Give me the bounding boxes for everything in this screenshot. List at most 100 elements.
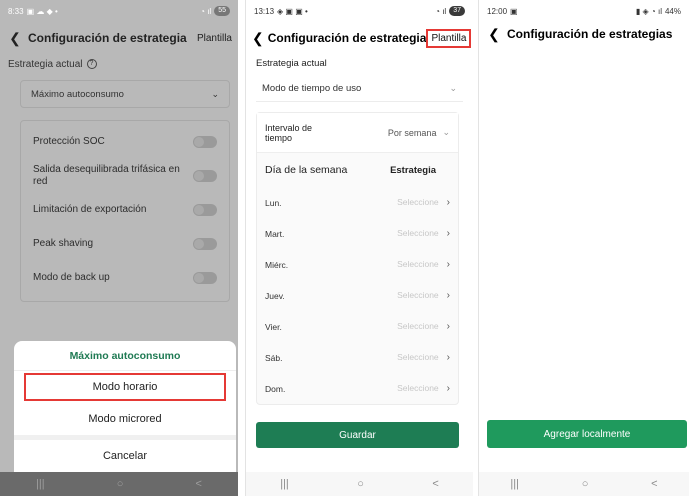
- bottom-sheet: Máximo autoconsumo Modo horario Modo mic…: [14, 341, 236, 475]
- day-label: Sáb.: [265, 352, 283, 363]
- header: ❮ Configuración de estrategia Plantilla: [246, 22, 473, 54]
- recents-icon[interactable]: |||: [510, 478, 519, 490]
- chevron-right-icon: ›: [446, 352, 450, 363]
- status-left-icons: ◈ ▣ ▣ •: [277, 6, 308, 16]
- strategy-select-value: Máximo autoconsumo: [31, 88, 124, 100]
- battery-badge: 55: [214, 6, 230, 16]
- toggle-switch[interactable]: [193, 136, 217, 148]
- options-card: Protección SOC Salida desequilibrada tri…: [20, 120, 230, 302]
- status-time: 8:33: [8, 6, 24, 16]
- android-nav-bar: ||| ○ <: [246, 472, 473, 496]
- status-left-icons: ▣ ☁ ◆ •: [26, 6, 58, 16]
- day-row[interactable]: Juev. Seleccione ›: [257, 280, 458, 311]
- toggle-label: Limitación de exportación: [33, 204, 147, 215]
- back-arrow-icon[interactable]: ❮: [6, 30, 24, 47]
- current-strategy-text: Estrategia actual: [8, 58, 83, 70]
- save-button[interactable]: Guardar: [256, 422, 459, 448]
- day-column-header: Día de la semana: [265, 164, 348, 176]
- day-row[interactable]: Dom. Seleccione ›: [257, 373, 458, 404]
- page-title: Configuración de estrategia: [28, 31, 187, 45]
- battery-level: 44%: [664, 6, 681, 16]
- template-link[interactable]: Plantilla: [197, 33, 232, 44]
- status-bar: 13:13 ◈ ▣ ▣ • ◔ ıl 37: [246, 0, 473, 22]
- toggle-switch[interactable]: [193, 170, 217, 182]
- chevron-right-icon: ›: [446, 290, 450, 301]
- status-left-icons: ▣: [510, 6, 518, 16]
- chevron-down-icon: ⌄: [449, 83, 457, 93]
- template-link[interactable]: Plantilla: [426, 28, 472, 48]
- toggle-label: Protección SOC: [33, 136, 105, 147]
- android-nav-bar: ||| ○ <: [479, 472, 689, 496]
- back-nav-icon[interactable]: <: [651, 478, 657, 490]
- sheet-option-microgrid[interactable]: Modo microred: [14, 403, 236, 435]
- chevron-right-icon: ›: [446, 383, 450, 394]
- sheet-option-time-mode[interactable]: Modo horario: [24, 373, 226, 401]
- signal-icon: ◔ ıl: [435, 6, 447, 16]
- interval-value: Por semana: [387, 127, 437, 138]
- screen-strategies-empty: 12:00 ▣ ▮ ◈ ◔ ıl 44% ❮ Configuración de …: [478, 0, 689, 496]
- toggle-row: Protección SOC: [33, 125, 217, 159]
- toggle-label: Modo de back up: [33, 272, 110, 283]
- day-select[interactable]: Seleccione: [397, 290, 439, 300]
- toggle-row: Salida desequilibrada trifásica en red: [33, 159, 217, 193]
- battery-badge: 37: [449, 6, 465, 16]
- sheet-cancel-button[interactable]: Cancelar: [14, 440, 236, 472]
- toggle-switch[interactable]: [193, 238, 217, 250]
- toggle-row: Limitación de exportación: [33, 193, 217, 227]
- toggle-switch[interactable]: [193, 272, 217, 284]
- day-row[interactable]: Mart. Seleccione ›: [257, 218, 458, 249]
- recents-icon[interactable]: |||: [36, 478, 45, 490]
- add-locally-button[interactable]: Agregar localmente: [487, 420, 687, 448]
- table-header: Día de la semana Estrategia: [257, 153, 458, 187]
- day-select[interactable]: Seleccione: [397, 352, 439, 362]
- back-arrow-icon[interactable]: ❮: [485, 26, 503, 43]
- strategy-select[interactable]: Modo de tiempo de uso ⌄: [256, 76, 463, 102]
- toggle-label: Peak shaving: [33, 238, 94, 249]
- day-select[interactable]: Seleccione: [397, 383, 439, 393]
- home-icon[interactable]: ○: [357, 478, 364, 490]
- interval-row[interactable]: Intervalo de tiempo Por semana ⌄: [257, 113, 458, 153]
- status-bar: 8:33 ▣ ☁ ◆ • ◔ ıl 55: [0, 0, 238, 22]
- android-nav-bar: ||| ○ <: [0, 472, 238, 496]
- chevron-right-icon: ›: [446, 228, 450, 239]
- day-select[interactable]: Seleccione: [397, 259, 439, 269]
- schedule-card: Intervalo de tiempo Por semana ⌄ Día de …: [256, 112, 459, 405]
- chevron-right-icon: ›: [446, 321, 450, 332]
- current-strategy-label: Estrategia actual: [256, 57, 327, 69]
- strategy-select[interactable]: Máximo autoconsumo ⌄: [20, 80, 230, 108]
- day-row[interactable]: Lun. Seleccione ›: [257, 187, 458, 218]
- interval-label: Intervalo de tiempo: [265, 122, 313, 143]
- signal-icon: ▮ ◈ ◔ ıl: [635, 6, 662, 16]
- toggle-switch[interactable]: [193, 204, 217, 216]
- back-nav-icon[interactable]: <: [196, 478, 202, 490]
- day-label: Miérc.: [265, 259, 289, 270]
- day-select[interactable]: Seleccione: [397, 321, 439, 331]
- screen-time-of-use: 13:13 ◈ ▣ ▣ • ◔ ıl 37 ❮ Configuración de…: [245, 0, 473, 496]
- home-icon[interactable]: ○: [582, 478, 589, 490]
- header: ❮ Configuración de estrategia Plantilla: [0, 22, 238, 54]
- day-label: Lun.: [265, 197, 282, 208]
- interval-dropdown[interactable]: Por semana ⌄: [388, 127, 450, 138]
- day-row[interactable]: Miérc. Seleccione ›: [257, 249, 458, 280]
- back-arrow-icon[interactable]: ❮: [252, 30, 264, 47]
- toggle-row: Modo de back up: [33, 261, 217, 295]
- chevron-down-icon: ⌄: [211, 88, 219, 99]
- day-row[interactable]: Vier. Seleccione ›: [257, 311, 458, 342]
- chevron-right-icon: ›: [446, 259, 450, 270]
- sheet-title[interactable]: Máximo autoconsumo: [14, 341, 236, 371]
- back-nav-icon[interactable]: <: [432, 478, 438, 490]
- toggle-row: Peak shaving: [33, 227, 217, 261]
- header: ❮ Configuración de estrategias: [479, 22, 689, 46]
- current-strategy-label: Estrategia actual ?: [0, 54, 238, 74]
- day-label: Dom.: [265, 383, 286, 394]
- chevron-right-icon: ›: [446, 197, 450, 208]
- status-bar: 12:00 ▣ ▮ ◈ ◔ ıl 44%: [479, 0, 689, 22]
- day-row[interactable]: Sáb. Seleccione ›: [257, 342, 458, 373]
- day-select[interactable]: Seleccione: [397, 197, 439, 207]
- help-icon[interactable]: ?: [86, 59, 97, 69]
- home-icon[interactable]: ○: [117, 478, 124, 490]
- recents-icon[interactable]: |||: [280, 478, 289, 490]
- signal-icon: ◔ ıl: [200, 6, 212, 16]
- day-select[interactable]: Seleccione: [397, 228, 439, 238]
- status-time: 12:00: [487, 6, 508, 16]
